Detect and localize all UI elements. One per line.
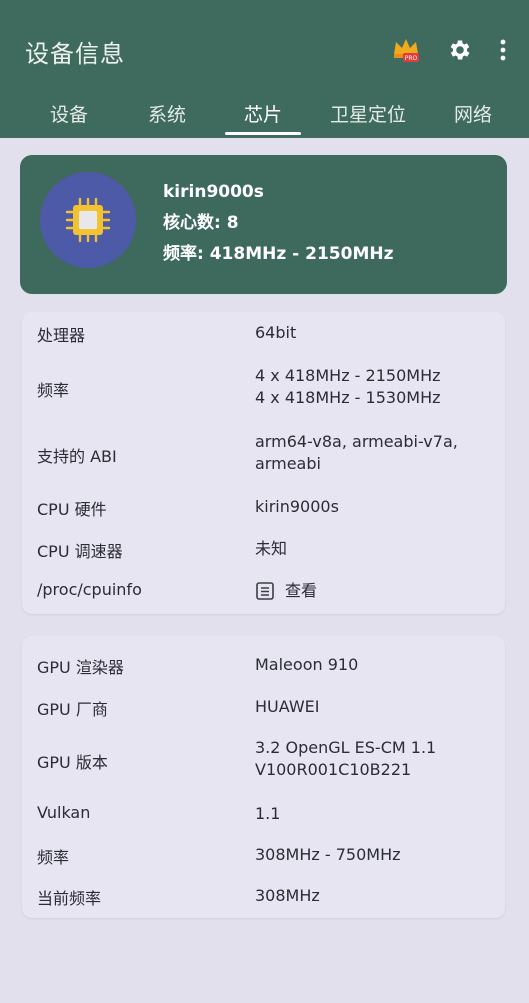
chip-name: kirin9000s: [163, 182, 264, 202]
row-label: 当前频率: [37, 889, 102, 908]
tab-bar: 设备 系统 芯片 卫星定位 网络: [0, 92, 529, 138]
row-value: V100R001C10B221: [255, 760, 412, 779]
gear-icon[interactable]: [447, 37, 473, 63]
freq-range: 频率: 418MHz - 2150MHz: [163, 244, 394, 264]
document-icon: [256, 582, 274, 600]
tab-system[interactable]: 系统: [148, 100, 186, 127]
row-label: /proc/cpuinfo: [37, 580, 142, 599]
row-label: GPU 厂商: [37, 700, 108, 719]
row-label: 处理器: [37, 326, 86, 345]
view-label: 查看: [285, 581, 318, 600]
row-label: Vulkan: [37, 803, 91, 822]
row-label: CPU 调速器: [37, 542, 123, 561]
row-label: 频率: [37, 381, 70, 400]
row-value: 3.2 OpenGL ES-CM 1.1: [255, 738, 437, 757]
svg-text:PRO: PRO: [405, 55, 418, 62]
chip-summary-card: kirin9000s 核心数: 8 频率: 418MHz - 2150MHz: [20, 155, 507, 294]
row-value: arm64-v8a, armeabi-v7a,: [255, 432, 458, 451]
gpu-info-card: GPU 渲染器 Maleoon 910 GPU 厂商 HUAWEI GPU 版本…: [22, 636, 505, 918]
appbar-actions: PRO: [391, 36, 507, 64]
row-value: kirin9000s: [255, 497, 339, 516]
row-value: HUAWEI: [255, 697, 320, 716]
row-value: Maleoon 910: [255, 655, 359, 674]
tab-chip[interactable]: 芯片: [244, 100, 282, 127]
row-value: 1.1: [255, 804, 281, 823]
row-value: 64bit: [255, 323, 297, 342]
tab-indicator: [225, 132, 301, 135]
row-value: 未知: [255, 539, 288, 558]
page-title: 设备信息: [25, 40, 125, 68]
row-label: GPU 渲染器: [37, 658, 124, 677]
tab-gnss[interactable]: 卫星定位: [330, 100, 406, 127]
row-value: 4 x 418MHz - 1530MHz: [255, 388, 441, 407]
row-value: 308MHz: [255, 886, 320, 905]
chip-icon: [65, 197, 111, 243]
pro-crown-icon[interactable]: PRO: [391, 36, 421, 64]
cpu-info-card: 处理器 64bit 频率 4 x 418MHz - 2150MHz 4 x 41…: [22, 312, 505, 614]
tab-device[interactable]: 设备: [50, 100, 88, 127]
more-vert-icon[interactable]: [499, 38, 507, 62]
row-label: 频率: [37, 848, 70, 867]
row-value: 308MHz - 750MHz: [255, 845, 401, 864]
row-value: 4 x 418MHz - 2150MHz: [255, 366, 441, 385]
tab-network[interactable]: 网络: [454, 100, 492, 127]
app-bar: 设备信息 PRO 设备 系统 芯片 卫星定位 网络: [0, 0, 529, 138]
chip-avatar: [40, 172, 136, 268]
row-value: armeabi: [255, 454, 321, 473]
core-count: 核心数: 8: [163, 213, 239, 233]
row-label: 支持的 ABI: [37, 447, 117, 466]
row-label: CPU 硬件: [37, 500, 107, 519]
row-label: GPU 版本: [37, 753, 108, 772]
view-cpuinfo-button[interactable]: 查看: [255, 580, 317, 602]
